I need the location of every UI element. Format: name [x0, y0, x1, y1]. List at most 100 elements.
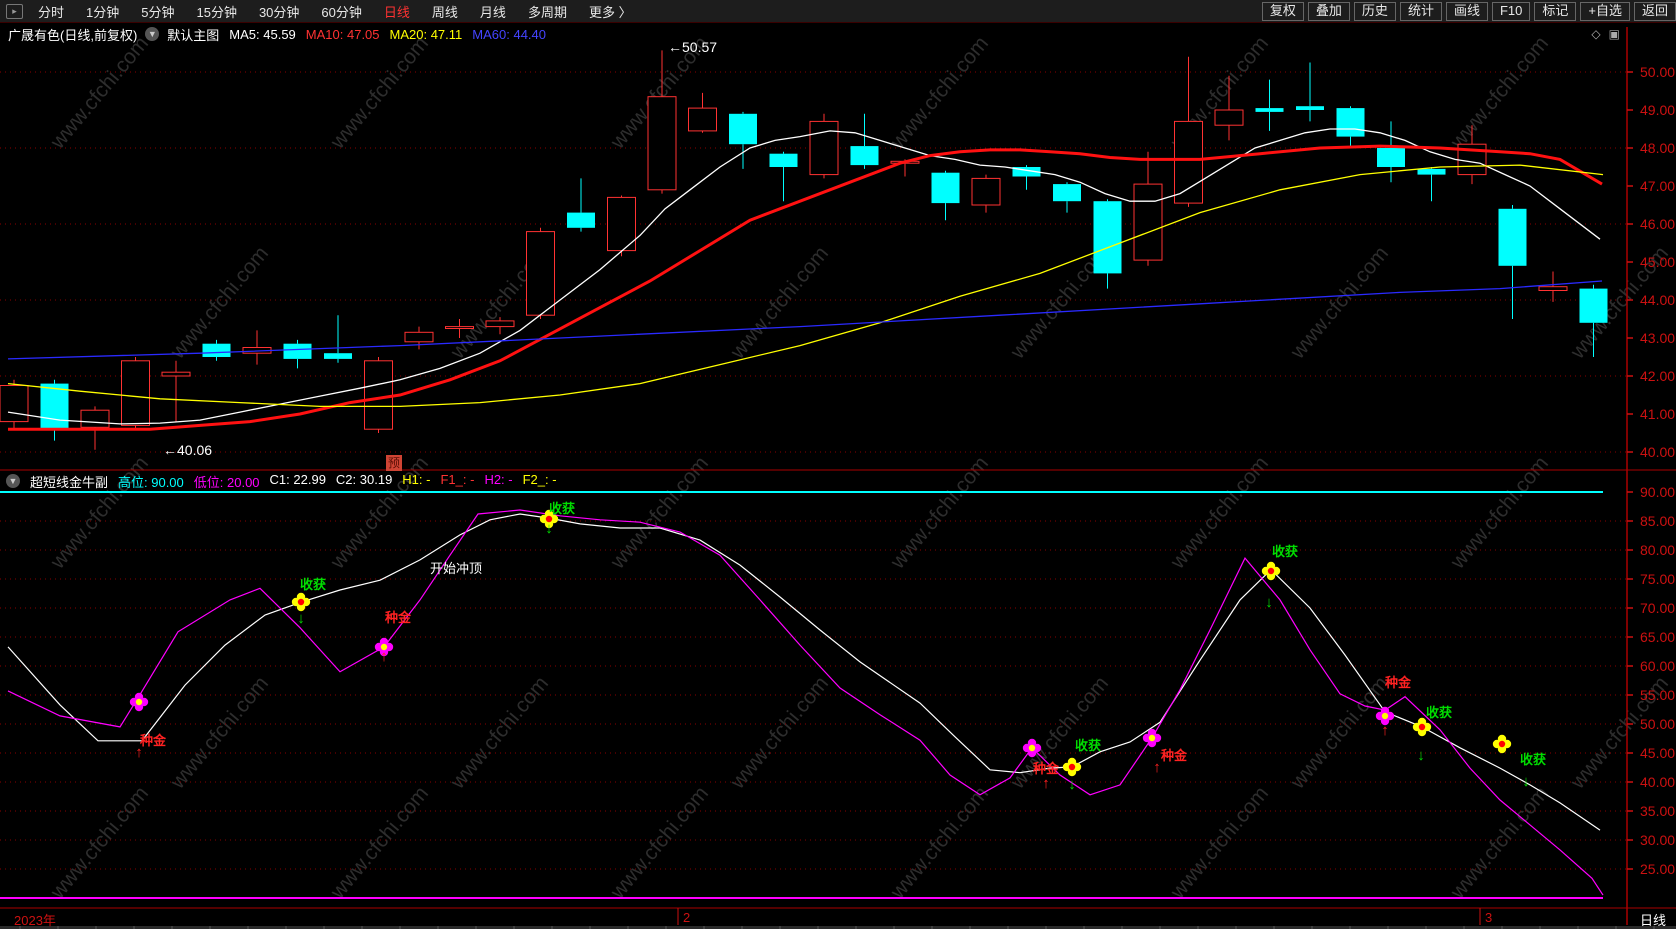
indicator-axis-label: 65.00	[1640, 629, 1675, 645]
candle	[1296, 62, 1324, 122]
down-arrow-icon: ↓	[1265, 594, 1273, 611]
price-axis-label: 46.00	[1640, 216, 1675, 232]
price-axis-label: 47.00	[1640, 178, 1675, 194]
watermark: www.cfchi.com	[606, 782, 714, 904]
up-arrow-icon: ↑	[1042, 775, 1050, 792]
watermark: www.cfchi.com	[726, 242, 834, 364]
down-arrow-icon: ↓	[1522, 773, 1530, 790]
signal-label-sell: 收获	[300, 577, 326, 592]
indicator-param: C2: 30.19	[335, 471, 393, 487]
watermark: www.cfchi.com	[1286, 242, 1394, 364]
price-axis-label: 40.00	[1640, 444, 1675, 460]
watermark: www.cfchi.com	[326, 32, 434, 154]
watermark: www.cfchi.com	[1446, 32, 1554, 154]
indicator-axis-label: 40.00	[1640, 774, 1675, 790]
chart-area[interactable]: www.cfchi.com www.cfchi.com www.cfchi.com w…	[0, 0, 1676, 929]
indicator-axis-label: 55.00	[1640, 687, 1675, 703]
indicator-axis-label: 50.00	[1640, 716, 1675, 732]
watermark: www.cfchi.com	[1006, 672, 1114, 794]
up-arrow-icon: ↑	[380, 648, 388, 665]
watermark: www.cfchi.com	[46, 32, 154, 154]
indicator-params: 高位: 90.00 低位: 20.00 C1: 22.99 C2: 30.19 H1: …	[108, 472, 557, 491]
signal-label-buy: 种金	[1032, 761, 1060, 776]
candle	[526, 227, 555, 319]
white-line	[7, 513, 1601, 831]
candle	[1255, 79, 1284, 131]
candle	[729, 111, 757, 169]
candle	[688, 92, 717, 133]
down-arrow-icon: ↓	[1068, 776, 1076, 793]
candle	[1133, 151, 1163, 266]
price-axis-label: 41.00	[1640, 406, 1675, 422]
watermark: www.cfchi.com	[886, 782, 994, 904]
chevron-down-icon[interactable]: ▼	[6, 474, 20, 488]
candle	[202, 339, 231, 361]
candle	[1417, 167, 1446, 202]
signal-flower-icon	[1412, 717, 1432, 737]
indicator-axis-label: 75.00	[1640, 571, 1675, 587]
price-axis-label: 44.00	[1640, 292, 1675, 308]
watermark: www.cfchi.com	[46, 782, 154, 904]
watermark: www.cfchi.com	[886, 32, 994, 154]
signal-label-buy: 种金	[1160, 748, 1188, 763]
watermark: www.cfchi.com	[1166, 782, 1274, 904]
indicator-axis-label: 80.00	[1640, 542, 1675, 558]
price-axis-label: 45.00	[1640, 254, 1675, 270]
candle	[324, 315, 352, 363]
candle	[931, 170, 960, 221]
trading-app-window: ▸ 分时 1分钟 5分钟 15分钟 30分钟 60分钟 日线 周线 月线 多周期 更多 〉 复权 叠加…	[0, 0, 1676, 929]
indicator-axis-label: 45.00	[1640, 745, 1675, 761]
price-axis-label: 50.00	[1640, 64, 1675, 80]
signal-label-sell: 收获	[1272, 544, 1298, 559]
watermark: www.cfchi.com	[1446, 782, 1554, 904]
watermark: www.cfchi.com	[1286, 672, 1394, 794]
indicator-param: 低位: 20.00	[193, 474, 260, 490]
signal-label-sell: 收获	[1075, 738, 1101, 753]
candle	[1174, 56, 1203, 207]
indicator-param: H1: -	[402, 471, 431, 487]
indicator-param: F2_: -	[522, 471, 557, 487]
indicator-axis-label: 25.00	[1640, 861, 1675, 877]
indicator-axis-label: 60.00	[1640, 658, 1675, 674]
alert-badge[interactable]: 预	[386, 455, 402, 471]
price-annotation: ←50.57	[668, 39, 717, 55]
candle	[404, 326, 434, 350]
candle	[242, 330, 272, 365]
candle	[567, 178, 595, 232]
signal-label-sell: 收获	[1520, 752, 1546, 767]
signal-flower-icon	[291, 592, 311, 612]
signal-flower-icon	[1062, 757, 1082, 777]
signal-label-buy: 种金	[1384, 675, 1412, 690]
watermark: www.cfchi.com	[326, 782, 434, 904]
watermark: www.cfchi.com	[446, 672, 554, 794]
candle	[0, 379, 29, 430]
price-axis-label: 48.00	[1640, 140, 1675, 156]
down-arrow-icon: ↓	[1417, 747, 1425, 764]
indicator-axis-label: 85.00	[1640, 513, 1675, 529]
indicator-param: H2: -	[484, 471, 513, 487]
candle	[850, 113, 879, 169]
month-tick-label: 2	[683, 910, 690, 925]
indicator-axis-label: 30.00	[1640, 832, 1675, 848]
candle	[1053, 182, 1081, 213]
candle	[607, 195, 636, 257]
down-arrow-icon: ↓	[545, 520, 553, 537]
signal-label-buy: 种金	[139, 733, 167, 748]
price-axis-label: 49.00	[1640, 102, 1675, 118]
indicator-axis-label: 35.00	[1640, 803, 1675, 819]
price-annotation: ←40.06	[163, 442, 212, 458]
down-arrow-icon: ↓	[297, 610, 305, 627]
indicator-name[interactable]: 超短线金牛副	[30, 472, 108, 491]
candle	[971, 174, 1001, 213]
candle	[1336, 106, 1365, 148]
indicator-annotation: 开始冲顶	[430, 561, 482, 576]
indicator-param: 高位: 90.00	[118, 474, 184, 490]
axis-year-label: 2023年	[14, 913, 56, 928]
indicator-axis-label: 90.00	[1640, 484, 1675, 500]
candle	[769, 151, 798, 202]
watermark: www.cfchi.com	[726, 672, 834, 794]
candle	[364, 357, 393, 433]
signal-flower-icon	[1492, 734, 1512, 754]
candle	[161, 360, 191, 422]
indicator-param: F1_: -	[440, 471, 475, 487]
